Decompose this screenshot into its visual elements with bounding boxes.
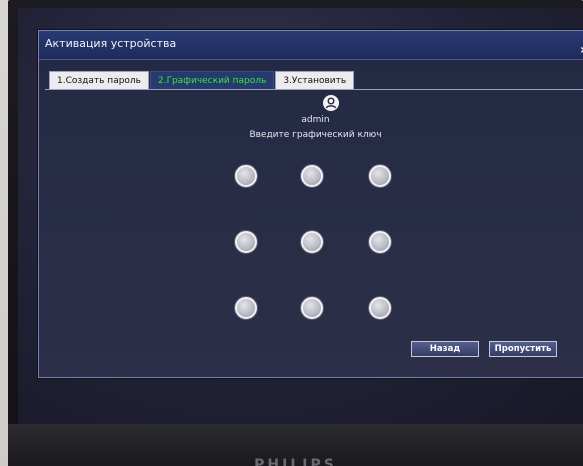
pattern-prompt: Введите графический ключ xyxy=(249,130,382,140)
pattern-dot[interactable] xyxy=(301,165,323,187)
back-button[interactable]: Назад xyxy=(411,341,479,357)
monitor-brand-logo: PHILIPS xyxy=(254,457,337,466)
pattern-dot[interactable] xyxy=(235,231,257,253)
close-icon[interactable]: × xyxy=(580,45,583,56)
username-label: admin xyxy=(301,115,330,125)
step-tabs: 1.Создать пароль 2.Графический пароль 3.… xyxy=(49,71,355,90)
device-activation-dialog: Активация устройства × 1.Создать пароль … xyxy=(38,30,583,378)
monitor: Активация устройства × 1.Создать пароль … xyxy=(8,0,583,466)
pattern-dot[interactable] xyxy=(235,297,257,319)
tab-divider xyxy=(45,89,583,90)
dialog-title: Активация устройства xyxy=(45,37,177,50)
screen: Активация устройства × 1.Создать пароль … xyxy=(18,8,583,424)
pattern-dot[interactable] xyxy=(301,297,323,319)
pattern-dot[interactable] xyxy=(369,297,391,319)
pattern-dot[interactable] xyxy=(369,165,391,187)
pattern-dot[interactable] xyxy=(301,231,323,253)
user-icon xyxy=(323,95,339,111)
photo-frame: Активация устройства × 1.Создать пароль … xyxy=(0,0,583,466)
tab-create-password[interactable]: 1.Создать пароль xyxy=(49,71,149,90)
tab-install[interactable]: 3.Установить xyxy=(275,71,355,90)
dialog-titlebar: Активация устройства × xyxy=(39,31,583,60)
pattern-dot[interactable] xyxy=(369,231,391,253)
pattern-dot[interactable] xyxy=(235,165,257,187)
tab-pattern-password[interactable]: 2.Графический пароль xyxy=(149,71,275,90)
user-icon-glyph xyxy=(325,97,337,109)
skip-button[interactable]: Пропустить xyxy=(489,341,557,357)
monitor-bezel: PHILIPS xyxy=(8,424,583,466)
